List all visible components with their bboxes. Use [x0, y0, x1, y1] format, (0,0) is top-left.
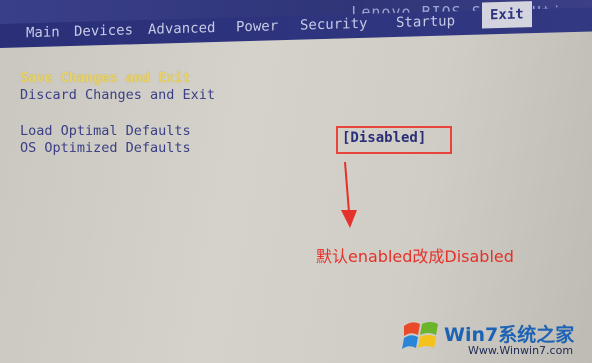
option-load-optimal-defaults[interactable]: Load Optimal Defaults — [20, 123, 191, 139]
option-discard-changes-exit[interactable]: Discard Changes and Exit — [20, 87, 215, 103]
annotation-text: 默认enabled改成Disabled — [316, 247, 514, 266]
menu-advanced[interactable]: Advanced — [148, 20, 215, 38]
watermark: Win7系统之家 Www.Winwin7.com — [400, 312, 592, 363]
watermark-url: Www.Winwin7.com — [468, 344, 574, 357]
arrow-down-icon — [341, 161, 357, 228]
menu-power[interactable]: Power — [236, 18, 278, 35]
menu-exit[interactable]: Exit — [482, 1, 532, 29]
menu-security[interactable]: Security — [300, 16, 367, 34]
option-save-changes-exit[interactable]: Save Changes and Exit — [20, 70, 191, 86]
menu-main[interactable]: Main — [26, 24, 60, 41]
os-optimized-value-highlight[interactable]: [Disabled] — [336, 126, 452, 154]
option-os-optimized-defaults[interactable]: OS Optimized Defaults — [20, 140, 191, 156]
os-optimized-value[interactable]: [Disabled] — [342, 130, 426, 146]
menu-startup[interactable]: Startup — [396, 13, 455, 31]
watermark-name: Win7系统之家 — [444, 324, 575, 346]
menu-devices[interactable]: Devices — [74, 22, 133, 40]
windows-logo-icon — [402, 322, 438, 349]
bios-screen: Lenovo BIOS Setup Uti Main Devices Advan… — [0, 0, 592, 363]
